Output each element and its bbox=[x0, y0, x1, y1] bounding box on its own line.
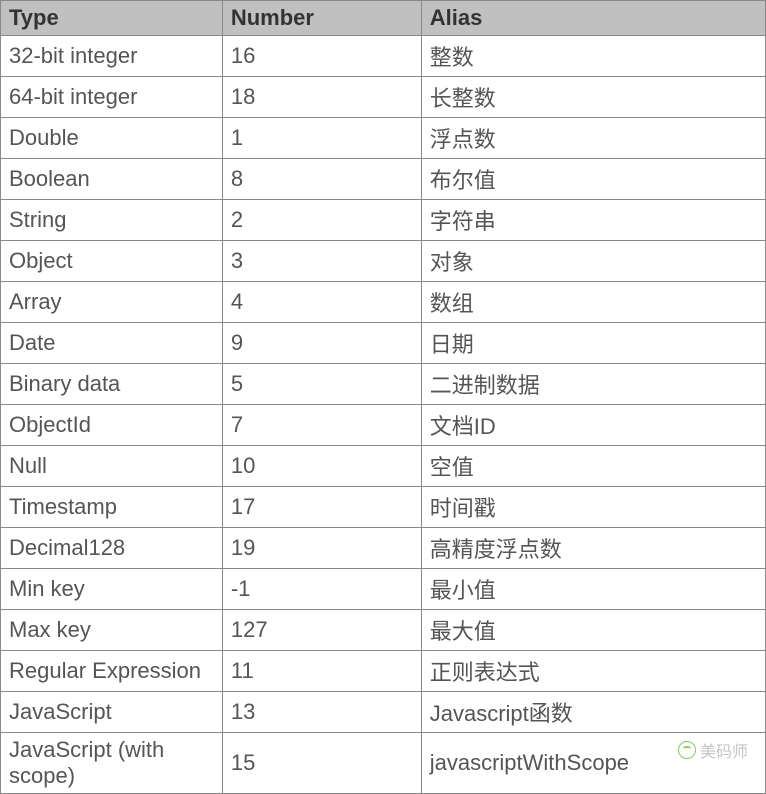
table-row: Boolean8布尔值 bbox=[1, 159, 766, 200]
cell-type: ObjectId bbox=[1, 405, 223, 446]
cell-type: Object bbox=[1, 241, 223, 282]
cell-type: 64-bit integer bbox=[1, 77, 223, 118]
cell-number: 19 bbox=[222, 528, 421, 569]
cell-type: JavaScript (with scope) bbox=[1, 733, 223, 794]
cell-number: 8 bbox=[222, 159, 421, 200]
cell-number: 13 bbox=[222, 692, 421, 733]
cell-alias: 布尔值 bbox=[421, 159, 765, 200]
cell-alias: 整数 bbox=[421, 36, 765, 77]
cell-number: 7 bbox=[222, 405, 421, 446]
cell-alias: 日期 bbox=[421, 323, 765, 364]
cell-type: JavaScript bbox=[1, 692, 223, 733]
cell-type: Binary data bbox=[1, 364, 223, 405]
cell-alias: 浮点数 bbox=[421, 118, 765, 159]
table-row: Null10空值 bbox=[1, 446, 766, 487]
table-row: JavaScript13Javascript函数 bbox=[1, 692, 766, 733]
table-row: Regular Expression11正则表达式 bbox=[1, 651, 766, 692]
cell-alias: 字符串 bbox=[421, 200, 765, 241]
table-container: Type Number Alias 32-bit integer16整数64-b… bbox=[0, 0, 766, 794]
cell-type: Boolean bbox=[1, 159, 223, 200]
cell-number: 4 bbox=[222, 282, 421, 323]
cell-number: 11 bbox=[222, 651, 421, 692]
table-row: Max key127最大值 bbox=[1, 610, 766, 651]
header-alias: Alias bbox=[421, 1, 765, 36]
table-row: Object3对象 bbox=[1, 241, 766, 282]
cell-type: Double bbox=[1, 118, 223, 159]
cell-alias: 对象 bbox=[421, 241, 765, 282]
table-row: ObjectId7文档ID bbox=[1, 405, 766, 446]
cell-number: 1 bbox=[222, 118, 421, 159]
cell-type: Decimal128 bbox=[1, 528, 223, 569]
table-row: 32-bit integer16整数 bbox=[1, 36, 766, 77]
cell-type: Timestamp bbox=[1, 487, 223, 528]
header-type: Type bbox=[1, 1, 223, 36]
table-row: Decimal12819高精度浮点数 bbox=[1, 528, 766, 569]
cell-number: 2 bbox=[222, 200, 421, 241]
cell-alias: 最小值 bbox=[421, 569, 765, 610]
cell-type: Date bbox=[1, 323, 223, 364]
cell-alias: 最大值 bbox=[421, 610, 765, 651]
cell-type: Max key bbox=[1, 610, 223, 651]
cell-type: Min key bbox=[1, 569, 223, 610]
table-row: 64-bit integer18长整数 bbox=[1, 77, 766, 118]
cell-alias: javascriptWithScope bbox=[421, 733, 765, 794]
cell-number: -1 bbox=[222, 569, 421, 610]
header-number: Number bbox=[222, 1, 421, 36]
cell-alias: Javascript函数 bbox=[421, 692, 765, 733]
table-body: 32-bit integer16整数64-bit integer18长整数Dou… bbox=[1, 36, 766, 794]
cell-number: 18 bbox=[222, 77, 421, 118]
cell-alias: 数组 bbox=[421, 282, 765, 323]
cell-number: 17 bbox=[222, 487, 421, 528]
data-type-table: Type Number Alias 32-bit integer16整数64-b… bbox=[0, 0, 766, 794]
cell-type: 32-bit integer bbox=[1, 36, 223, 77]
cell-alias: 二进制数据 bbox=[421, 364, 765, 405]
table-row: Binary data5二进制数据 bbox=[1, 364, 766, 405]
cell-number: 5 bbox=[222, 364, 421, 405]
cell-alias: 长整数 bbox=[421, 77, 765, 118]
table-row: Array4数组 bbox=[1, 282, 766, 323]
table-row: Timestamp17时间戳 bbox=[1, 487, 766, 528]
cell-number: 16 bbox=[222, 36, 421, 77]
cell-alias: 时间戳 bbox=[421, 487, 765, 528]
cell-type: Regular Expression bbox=[1, 651, 223, 692]
cell-type: Array bbox=[1, 282, 223, 323]
cell-number: 127 bbox=[222, 610, 421, 651]
cell-alias: 空值 bbox=[421, 446, 765, 487]
cell-number: 10 bbox=[222, 446, 421, 487]
table-row: Date9日期 bbox=[1, 323, 766, 364]
table-row: String2字符串 bbox=[1, 200, 766, 241]
table-row: Double1浮点数 bbox=[1, 118, 766, 159]
cell-alias: 正则表达式 bbox=[421, 651, 765, 692]
cell-number: 15 bbox=[222, 733, 421, 794]
cell-alias: 文档ID bbox=[421, 405, 765, 446]
cell-number: 3 bbox=[222, 241, 421, 282]
table-row: Min key-1最小值 bbox=[1, 569, 766, 610]
table-header-row: Type Number Alias bbox=[1, 1, 766, 36]
cell-type: String bbox=[1, 200, 223, 241]
cell-number: 9 bbox=[222, 323, 421, 364]
table-row: JavaScript (with scope)15javascriptWithS… bbox=[1, 733, 766, 794]
cell-type: Null bbox=[1, 446, 223, 487]
cell-alias: 高精度浮点数 bbox=[421, 528, 765, 569]
